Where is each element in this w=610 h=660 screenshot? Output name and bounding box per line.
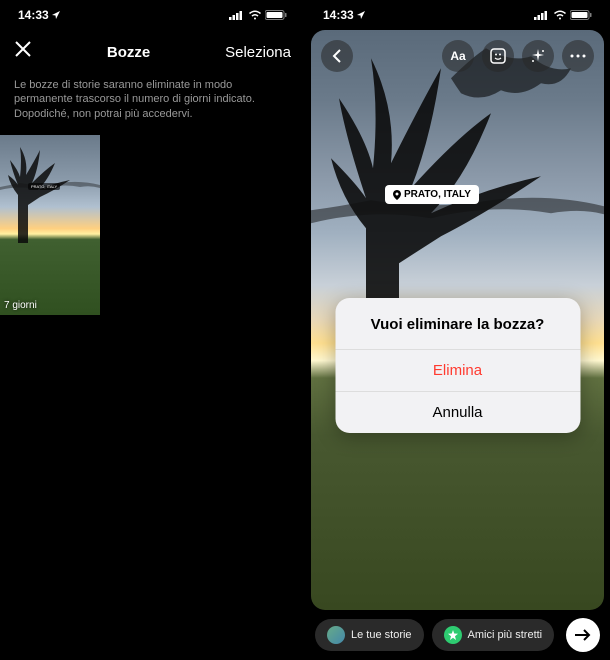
delete-button[interactable]: Elimina <box>335 350 580 392</box>
location-arrow-icon <box>51 10 61 20</box>
sparkle-icon <box>530 48 546 64</box>
text-tool-label: Aa <box>450 49 465 63</box>
dialog-title: Vuoi eliminare la bozza? <box>335 298 580 350</box>
cancel-button[interactable]: Annulla <box>335 392 580 433</box>
battery-icon <box>265 10 287 20</box>
close-friends-label: Amici più stretti <box>468 629 543 641</box>
story-canvas: Aa PRATO, ITALY Vuoi eliminare la bozza?… <box>311 30 604 610</box>
wifi-icon <box>553 10 567 20</box>
your-stories-button[interactable]: Le tue storie <box>315 619 424 651</box>
thumb-days-label: 7 giorni <box>4 300 37 311</box>
more-icon <box>570 54 586 58</box>
wifi-icon <box>248 10 262 20</box>
thumb-location-tag: PRATO, ITALY <box>28 183 60 190</box>
story-editor-screen: 14:33 Aa <box>305 0 610 660</box>
drafts-screen: 14:33 Bozze Seleziona Le bozze di storie… <box>0 0 305 660</box>
drafts-description: Le bozze di storie saranno eliminate in … <box>0 74 305 135</box>
chevron-left-icon <box>332 49 342 63</box>
close-friends-button[interactable]: Amici più stretti <box>432 619 555 651</box>
star-icon <box>444 626 462 644</box>
arrow-right-icon <box>574 628 592 642</box>
close-icon <box>14 40 32 58</box>
page-title: Bozze <box>107 44 150 61</box>
location-text: PRATO, ITALY <box>404 189 471 200</box>
effects-button[interactable] <box>522 40 554 72</box>
delete-dialog: Vuoi eliminare la bozza? Elimina Annulla <box>335 298 580 433</box>
your-stories-label: Le tue storie <box>351 629 412 641</box>
status-time: 14:33 <box>323 8 354 22</box>
status-time: 14:33 <box>18 8 49 22</box>
select-button[interactable]: Seleziona <box>225 44 291 61</box>
pin-icon <box>393 190 401 200</box>
location-sticker[interactable]: PRATO, ITALY <box>385 185 479 204</box>
close-button[interactable] <box>14 40 32 64</box>
avatar-icon <box>327 626 345 644</box>
sticker-button[interactable] <box>482 40 514 72</box>
status-bar: 14:33 <box>305 0 610 30</box>
header: Bozze Seleziona <box>0 30 305 74</box>
status-bar: 14:33 <box>0 0 305 30</box>
signal-icon <box>229 10 245 20</box>
sticker-icon <box>489 47 507 65</box>
share-bar: Le tue storie Amici più stretti <box>305 618 610 652</box>
text-tool-button[interactable]: Aa <box>442 40 474 72</box>
signal-icon <box>534 10 550 20</box>
more-button[interactable] <box>562 40 594 72</box>
back-button[interactable] <box>321 40 353 72</box>
location-arrow-icon <box>356 10 366 20</box>
battery-icon <box>570 10 592 20</box>
draft-thumbnail[interactable]: PRATO, ITALY 7 giorni <box>0 135 100 315</box>
next-button[interactable] <box>566 618 600 652</box>
